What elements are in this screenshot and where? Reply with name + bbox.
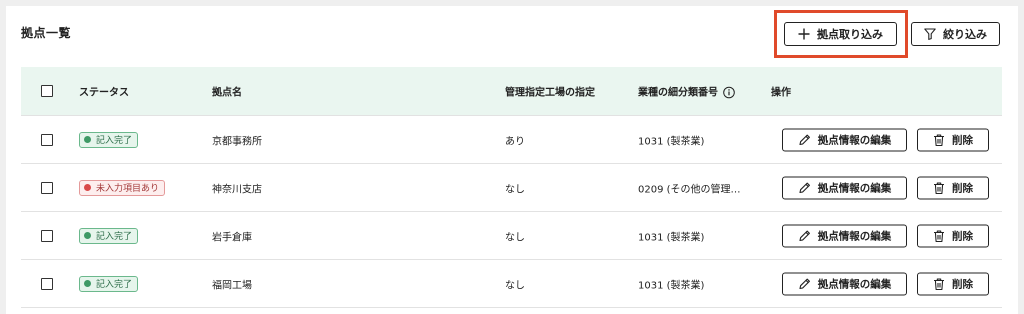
table-row: 記入完了 岩手倉庫 なし 1031 (製茶業) 拠点情報の編集 削除 <box>21 212 1002 260</box>
page-title: 拠点一覧 <box>21 26 72 40</box>
industry-value: 0209 (その他の管理… <box>638 184 741 195</box>
industry-value: 1031 (製茶業) <box>638 280 705 291</box>
delete-button-label: 削除 <box>952 278 973 290</box>
filter-button-label: 絞り込み <box>943 28 987 41</box>
table-row: 未入力項目あり 神奈川支店 なし 0209 (その他の管理… 拠点情報の編集 削… <box>21 164 1002 212</box>
edit-button-label: 拠点情報の編集 <box>817 278 892 290</box>
status-badge: 記入完了 <box>79 227 139 244</box>
status-label: 記入完了 <box>96 232 133 242</box>
table-row: 記入完了 京都事務所 あり 1031 (製茶業) 拠点情報の編集 削除 <box>21 116 1002 164</box>
delete-location-button[interactable]: 削除 <box>917 176 989 199</box>
location-name: 岩手倉庫 <box>212 232 252 243</box>
pencil-icon <box>798 277 811 290</box>
trash-icon <box>933 181 945 194</box>
edit-location-button[interactable]: 拠点情報の編集 <box>782 272 907 295</box>
row-checkbox[interactable] <box>41 181 53 194</box>
plus-icon <box>798 28 810 40</box>
status-dot-icon <box>84 184 91 191</box>
managed-value: なし <box>505 232 525 243</box>
header-managed: 管理指定工場の指定 <box>505 87 595 99</box>
edit-location-button[interactable]: 拠点情報の編集 <box>782 224 907 247</box>
filter-button[interactable]: 絞り込み <box>911 22 1000 46</box>
header-industry: 業種の細分類番号 <box>638 84 735 99</box>
edit-button-label: 拠点情報の編集 <box>817 134 892 146</box>
status-dot-icon <box>84 280 91 287</box>
edit-location-button[interactable]: 拠点情報の編集 <box>782 176 907 199</box>
edit-button-label: 拠点情報の編集 <box>817 230 892 242</box>
location-name: 福岡工場 <box>212 280 252 291</box>
managed-value: なし <box>505 280 525 291</box>
info-icon[interactable] <box>723 86 735 99</box>
status-label: 未入力項目あり <box>96 184 160 194</box>
header-operations: 操作 <box>771 87 791 99</box>
import-button-label: 拠点取り込み <box>817 28 883 41</box>
status-dot-icon <box>84 232 91 239</box>
row-checkbox[interactable] <box>41 229 53 242</box>
edit-button-label: 拠点情報の編集 <box>817 182 892 194</box>
managed-value: あり <box>505 136 525 147</box>
delete-button-label: 削除 <box>952 230 973 242</box>
trash-icon <box>933 133 945 146</box>
delete-location-button[interactable]: 削除 <box>917 128 989 151</box>
main-panel: 拠点一覧 拠点取り込み 絞り込み ステータス 拠点名 管理指定工場の指定 業種の… <box>6 6 1018 314</box>
pencil-icon <box>798 181 811 194</box>
status-label: 記入完了 <box>96 280 133 290</box>
location-name: 京都事務所 <box>212 136 262 147</box>
edit-location-button[interactable]: 拠点情報の編集 <box>782 128 907 151</box>
table-header: ステータス 拠点名 管理指定工場の指定 業種の細分類番号 操作 <box>21 67 1002 116</box>
select-all-checkbox[interactable] <box>41 85 53 97</box>
managed-value: なし <box>505 184 525 195</box>
row-checkbox[interactable] <box>41 277 53 290</box>
table-row: 記入完了 福岡工場 なし 1031 (製茶業) 拠点情報の編集 削除 <box>21 260 1002 308</box>
industry-value: 1031 (製茶業) <box>638 136 705 147</box>
status-cell: 未入力項目あり <box>79 179 166 196</box>
status-cell: 記入完了 <box>79 131 139 148</box>
pencil-icon <box>798 229 811 242</box>
header-industry-label: 業種の細分類番号 <box>638 87 718 99</box>
delete-button-label: 削除 <box>952 182 973 194</box>
row-checkbox[interactable] <box>41 133 53 146</box>
status-badge: 記入完了 <box>79 131 139 148</box>
location-name: 神奈川支店 <box>212 184 262 195</box>
industry-value: 1031 (製茶業) <box>638 232 705 243</box>
locations-table: ステータス 拠点名 管理指定工場の指定 業種の細分類番号 操作 記入完了 京都事… <box>21 67 1002 308</box>
status-cell: 記入完了 <box>79 227 139 244</box>
filter-icon <box>924 28 936 40</box>
status-dot-icon <box>84 136 91 143</box>
pencil-icon <box>798 133 811 146</box>
trash-icon <box>933 277 945 290</box>
delete-button-label: 削除 <box>952 134 973 146</box>
import-locations-button[interactable]: 拠点取り込み <box>784 22 897 46</box>
status-badge: 記入完了 <box>79 275 139 292</box>
status-cell: 記入完了 <box>79 275 139 292</box>
delete-location-button[interactable]: 削除 <box>917 224 989 247</box>
header-name: 拠点名 <box>212 87 242 99</box>
delete-location-button[interactable]: 削除 <box>917 272 989 295</box>
header-status: ステータス <box>79 87 129 99</box>
status-label: 記入完了 <box>96 136 133 146</box>
trash-icon <box>933 229 945 242</box>
status-badge: 未入力項目あり <box>79 179 166 196</box>
